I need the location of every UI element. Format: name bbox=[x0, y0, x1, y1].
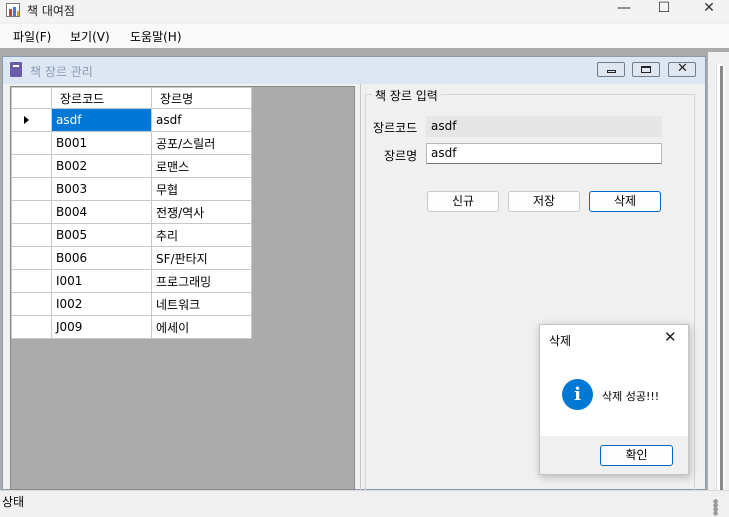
row-header[interactable] bbox=[11, 154, 52, 178]
row-header[interactable] bbox=[11, 200, 52, 224]
genre-name-field[interactable]: asdf bbox=[426, 143, 662, 164]
menu-help[interactable]: 도움말(H) bbox=[130, 28, 182, 45]
table-row[interactable]: B003 무협 bbox=[11, 177, 252, 201]
status-text: 상태 bbox=[2, 495, 25, 509]
genre-code-field[interactable]: asdf bbox=[426, 116, 662, 137]
app-icon bbox=[6, 3, 20, 17]
child-window-title: 책 장르 관리 bbox=[30, 65, 93, 79]
menu-view[interactable]: 보기(V) bbox=[70, 28, 110, 45]
cell-genre-name[interactable]: 에세이 bbox=[151, 315, 252, 339]
cell-genre-code[interactable]: B006 bbox=[51, 246, 152, 270]
save-button[interactable]: 저장 bbox=[508, 191, 580, 212]
genre-grid[interactable]: 장르코드 장르명 asdf asdf B001 공포/스릴러 B002 로맨스 B003 무협… bbox=[11, 87, 252, 339]
cell-genre-code[interactable]: B005 bbox=[51, 223, 152, 247]
minimize-button[interactable]: — bbox=[603, 0, 645, 20]
dialog-message: 삭제 성공!!! bbox=[602, 390, 660, 403]
status-bar bbox=[0, 490, 729, 510]
new-button[interactable]: 신규 bbox=[427, 191, 499, 212]
info-icon: i bbox=[562, 379, 593, 410]
column-header-name[interactable]: 장르명 bbox=[151, 87, 252, 109]
cell-genre-name[interactable]: 무협 bbox=[151, 177, 252, 201]
row-header[interactable] bbox=[11, 269, 52, 293]
table-row[interactable]: B006 SF/판타지 bbox=[11, 246, 252, 270]
cell-genre-code[interactable]: B001 bbox=[51, 131, 152, 155]
resize-grip-icon[interactable]: ● ● ● ● bbox=[713, 499, 725, 517]
cell-genre-name[interactable]: 네트워크 bbox=[151, 292, 252, 316]
child-restore-button[interactable] bbox=[632, 62, 660, 77]
cell-genre-code[interactable]: I002 bbox=[51, 292, 152, 316]
table-row[interactable]: B002 로맨스 bbox=[11, 154, 252, 178]
row-header[interactable] bbox=[11, 223, 52, 247]
menu-file[interactable]: 파일(F) bbox=[13, 28, 51, 45]
table-row[interactable]: I002 네트워크 bbox=[11, 292, 252, 316]
table-row[interactable]: B004 전쟁/역사 bbox=[11, 200, 252, 224]
row-header[interactable] bbox=[11, 177, 52, 201]
column-header-code[interactable]: 장르코드 bbox=[51, 87, 152, 109]
cell-genre-code[interactable]: B003 bbox=[51, 177, 152, 201]
cell-genre-name[interactable]: SF/판타지 bbox=[151, 246, 252, 270]
cell-genre-code[interactable]: asdf bbox=[51, 108, 152, 132]
cell-genre-name[interactable]: 로맨스 bbox=[151, 154, 252, 178]
panel-divider bbox=[360, 84, 361, 490]
delete-button[interactable]: 삭제 bbox=[589, 191, 661, 212]
row-header[interactable] bbox=[11, 246, 52, 270]
row-header[interactable] bbox=[11, 108, 52, 132]
genre-code-label: 장르코드 bbox=[373, 121, 418, 135]
close-button[interactable]: ✕ bbox=[688, 0, 729, 20]
app-title: 책 대여점 bbox=[27, 4, 75, 18]
grid-corner-header[interactable] bbox=[11, 87, 52, 109]
cell-genre-name[interactable]: 추리 bbox=[151, 223, 252, 247]
row-header[interactable] bbox=[11, 315, 52, 339]
form-icon bbox=[10, 62, 22, 77]
genre-name-label: 장르명 bbox=[384, 149, 418, 163]
row-header[interactable] bbox=[11, 131, 52, 155]
cell-genre-code[interactable]: B004 bbox=[51, 200, 152, 224]
cell-genre-code[interactable]: I001 bbox=[51, 269, 152, 293]
table-row[interactable]: B005 추리 bbox=[11, 223, 252, 247]
child-minimize-button[interactable] bbox=[597, 62, 625, 77]
group-box-label: 책 장르 입력 bbox=[372, 87, 441, 104]
cell-genre-code[interactable]: J009 bbox=[51, 315, 152, 339]
cell-genre-code[interactable]: B002 bbox=[51, 154, 152, 178]
ok-button[interactable]: 확인 bbox=[600, 445, 673, 466]
cell-genre-name[interactable]: 전쟁/역사 bbox=[151, 200, 252, 224]
cell-genre-name[interactable]: asdf bbox=[151, 108, 252, 132]
cell-genre-name[interactable]: 공포/스릴러 bbox=[151, 131, 252, 155]
table-row[interactable]: I001 프로그래밍 bbox=[11, 269, 252, 293]
current-row-arrow-icon bbox=[24, 116, 29, 124]
child-close-button[interactable]: ✕ bbox=[668, 61, 696, 77]
scrollbar-thumb[interactable] bbox=[720, 66, 723, 490]
table-row[interactable]: B001 공포/스릴러 bbox=[11, 131, 252, 155]
dialog-close-icon[interactable]: ✕ bbox=[664, 328, 677, 346]
maximize-button[interactable]: ☐ bbox=[643, 0, 685, 20]
table-row[interactable]: asdf asdf bbox=[11, 108, 252, 132]
dialog-title: 삭제 bbox=[549, 334, 572, 348]
row-header[interactable] bbox=[11, 292, 52, 316]
table-row[interactable]: J009 에세이 bbox=[11, 315, 252, 339]
cell-genre-name[interactable]: 프로그래밍 bbox=[151, 269, 252, 293]
